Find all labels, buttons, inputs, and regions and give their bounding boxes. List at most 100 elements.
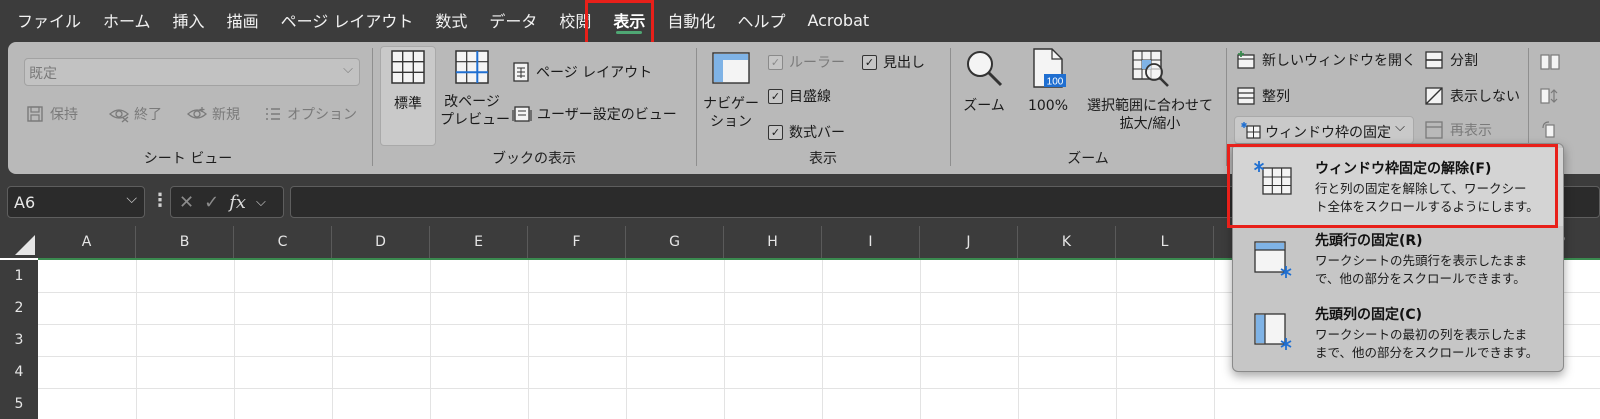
name-box[interactable]: A6 ⌵ [7,186,145,218]
column-header[interactable]: E [430,226,528,258]
new-window-button[interactable]: 新しいウィンドウを開く [1236,50,1416,70]
headings-checkbox[interactable]: ✓ 見出し [862,52,925,72]
arrange-all-button[interactable]: 整列 [1236,86,1290,106]
gridline [430,260,431,419]
tab-review[interactable]: 校閲 [548,0,602,40]
row-header[interactable]: 4 [0,356,38,388]
tab-home[interactable]: ホーム [92,0,162,40]
tab-help[interactable]: ヘルプ [726,0,796,40]
select-all-corner[interactable] [0,226,38,258]
gridline [234,260,235,419]
unfreeze-desc: 行と列の固定を解除して、ワークシー ト全体をスクロールするようにします。 [1315,180,1557,216]
eye-new-icon [187,107,207,119]
arrange-icon [1237,87,1255,105]
keep-button[interactable]: 保持 [26,104,78,124]
more-options-icon[interactable]: ⋮ [151,190,169,211]
hide-button[interactable]: 表示しない [1424,86,1520,106]
zoom-100-button[interactable]: 100 100% [1018,48,1078,115]
reset-position-icon[interactable] [1540,120,1560,140]
unfreeze-desc-line-2: ト全体をスクロールするようにします。 [1315,199,1539,214]
chevron-down-icon[interactable]: ⌵ [256,195,266,210]
workbook-views-group: 標準 改ページ プレビュー ページ レイアウト ユーザー設定のビュー ブックの表… [374,42,694,174]
page-layout-view-button[interactable]: ページ レイアウト [512,62,652,82]
column-header[interactable]: G [626,226,724,258]
freeze-top-row-desc: ワークシートの先頭行を表示したまま で、他の部分をスクロールできます。 [1315,252,1557,288]
row-header[interactable]: 3 [0,324,38,356]
formula-bar-checkbox[interactable]: ✓ 数式バー [768,122,845,142]
page-break-preview-button[interactable]: 改ページ プレビュー [440,50,510,129]
tab-page-layout[interactable]: ページ レイアウト [270,0,425,40]
ruler-checkbox[interactable]: ✓ ルーラー [768,52,845,72]
zoom-to-selection-button[interactable]: 選択範囲に合わせて 拡大/縮小 [1080,48,1220,133]
row-header[interactable]: 2 [0,292,38,324]
column-header[interactable]: B [136,226,234,258]
freeze-first-column-item[interactable]: 先頭列の固定(C) ワークシートの最初の列を表示したま まで、他の部分をスクロー… [1233,304,1563,370]
ruler-label: ルーラー [789,55,845,71]
ribbon-tab-bar: ファイル ホーム 挿入 描画 ページ レイアウト 数式 データ 校閲 表示 自動… [0,0,1600,40]
freeze-top-row-item[interactable]: 先頭行の固定(R) ワークシートの先頭行を表示したまま で、他の部分をスクロール… [1233,230,1563,300]
split-button[interactable]: 分割 [1424,50,1478,70]
freeze-top-row-title: 先頭行の固定(R) [1315,233,1423,249]
new-button[interactable]: 新規 [186,104,240,124]
freeze-panes-icon [1241,122,1261,139]
navigation-button[interactable]: ナビゲー ション [702,52,760,131]
tab-view[interactable]: 表示 [602,0,656,40]
sheet-view-select[interactable]: 既定 ⌵ [24,58,360,86]
column-header[interactable]: J [920,226,1018,258]
tab-insert[interactable]: 挿入 [162,0,216,40]
formula-controls: ✕ ✓ fx ⌵ [170,186,284,218]
cancel-icon[interactable]: ✕ [179,192,194,213]
chevron-down-icon[interactable]: ⌵ [126,191,137,207]
custom-views-label: ユーザー設定のビュー [537,107,677,123]
normal-view-button[interactable]: 標準 [380,50,436,113]
exit-label: 終了 [134,107,162,123]
row-number: 1 [14,268,24,284]
row-number: 4 [14,364,24,380]
column-header[interactable]: D [332,226,430,258]
zoom-selection-label-1: 選択範囲に合わせて [1087,98,1213,114]
column-header[interactable]: C [234,226,332,258]
column-header[interactable]: F [528,226,626,258]
sync-scroll-icon[interactable] [1540,86,1560,106]
freeze-panes-button[interactable]: ウィンドウ枠の固定 ⌵ [1234,116,1414,144]
tab-file[interactable]: ファイル [6,0,92,40]
formula-bar-label: 数式バー [789,125,845,141]
unhide-label: 再表示 [1450,123,1492,139]
select-all-triangle-icon [15,235,35,255]
exit-button[interactable]: 終了 [108,104,162,124]
column-header[interactable]: L [1116,226,1214,258]
row-header[interactable]: 1 [0,260,38,292]
sheet-view-select-value: 既定 [29,66,57,82]
zoom-button[interactable]: ズーム [958,48,1010,115]
tab-data[interactable]: データ [478,0,548,40]
tab-automate[interactable]: 自動化 [656,0,726,40]
column-header[interactable]: H [724,226,822,258]
custom-views-button[interactable]: ユーザー設定のビュー [512,104,677,124]
zoom-100-label: 100% [1027,98,1069,114]
row-header[interactable]: 5 [0,388,38,419]
row-number: 5 [14,395,24,412]
group-separator [696,48,697,166]
column-header[interactable]: K [1018,226,1116,258]
row-number: 2 [14,300,24,316]
tab-draw[interactable]: 描画 [216,0,270,40]
freeze-first-column-icon [1254,313,1292,350]
options-button[interactable]: オプション [264,104,357,124]
tab-formulas[interactable]: 数式 [424,0,478,40]
enter-icon[interactable]: ✓ [204,192,219,213]
tab-acrobat[interactable]: Acrobat [796,0,880,40]
column-header[interactable]: I [822,226,920,258]
unhide-button[interactable]: 再表示 [1424,120,1492,140]
gridlines-checkbox[interactable]: ✓ 目盛線 [768,86,831,106]
insert-function-icon[interactable]: fx [229,192,246,213]
view-side-by-side-icon[interactable] [1540,52,1560,72]
arrange-label: 整列 [1262,89,1290,105]
page-break-icon [455,50,489,84]
gridlines-label: 目盛線 [789,89,831,105]
freeze-first-column-desc-line-1: ワークシートの最初の列を表示したま [1315,327,1528,342]
column-header[interactable]: A [38,226,136,258]
gridline [920,260,921,419]
sheet-view-group-label: シート ビュー [143,151,233,167]
unfreeze-panes-item[interactable]: ウィンドウ枠固定の解除(F) 行と列の固定を解除して、ワークシー ト全体をスクロ… [1233,148,1563,226]
normal-view-label: 標準 [394,96,422,112]
